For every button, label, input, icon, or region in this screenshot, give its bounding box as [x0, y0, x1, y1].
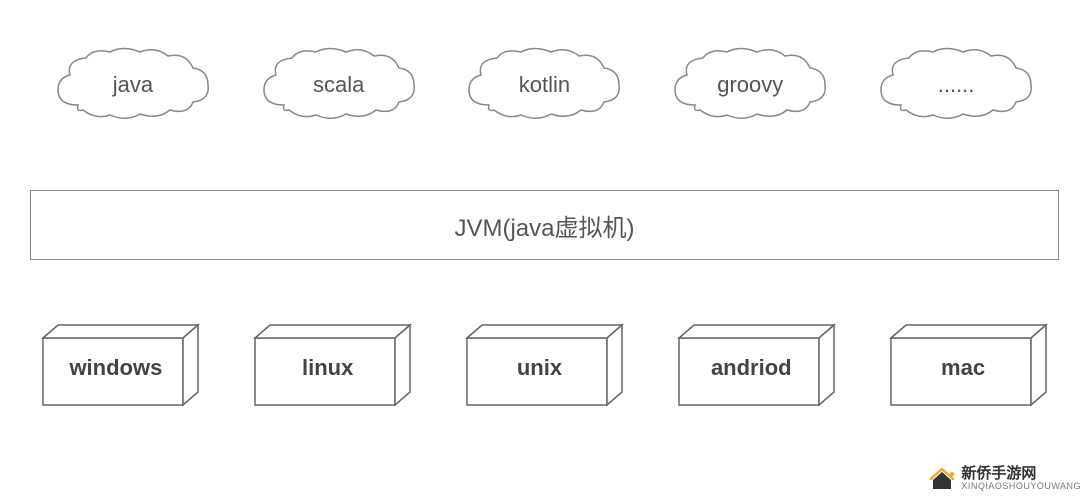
box-label: windows: [48, 355, 183, 381]
cloud-label: ......: [938, 72, 975, 98]
cloud-label: scala: [313, 72, 364, 98]
box-label: unix: [472, 355, 607, 381]
box-linux: linux: [250, 320, 415, 410]
box-unix: unix: [462, 320, 627, 410]
jvm-layer: JVM(java虚拟机): [30, 190, 1059, 260]
cloud-kotlin: kotlin: [459, 40, 629, 130]
box-android: andriod: [674, 320, 839, 410]
cloud-label: groovy: [717, 72, 783, 98]
platforms-row: windows linux unix andriod mac: [0, 260, 1089, 410]
box-label: andriod: [684, 355, 819, 381]
watermark-subtitle: XINQIAOSHOUYOUWANG: [961, 482, 1081, 492]
watermark-title: 新侨手游网: [961, 466, 1081, 483]
cloud-java: java: [48, 40, 218, 130]
box-mac: mac: [886, 320, 1051, 410]
jvm-label: JVM(java虚拟机): [454, 208, 634, 243]
house-icon: [929, 466, 955, 492]
cloud-more: ......: [871, 40, 1041, 130]
box-label: mac: [896, 355, 1031, 381]
box-label: linux: [260, 355, 395, 381]
box-windows: windows: [38, 320, 203, 410]
cloud-groovy: groovy: [665, 40, 835, 130]
cloud-scala: scala: [254, 40, 424, 130]
languages-row: java scala kotlin groovy ......: [0, 0, 1089, 130]
cloud-label: kotlin: [519, 72, 570, 98]
watermark: 新侨手游网 XINQIAOSHOUYOUWANG: [929, 466, 1081, 492]
cloud-label: java: [113, 72, 153, 98]
